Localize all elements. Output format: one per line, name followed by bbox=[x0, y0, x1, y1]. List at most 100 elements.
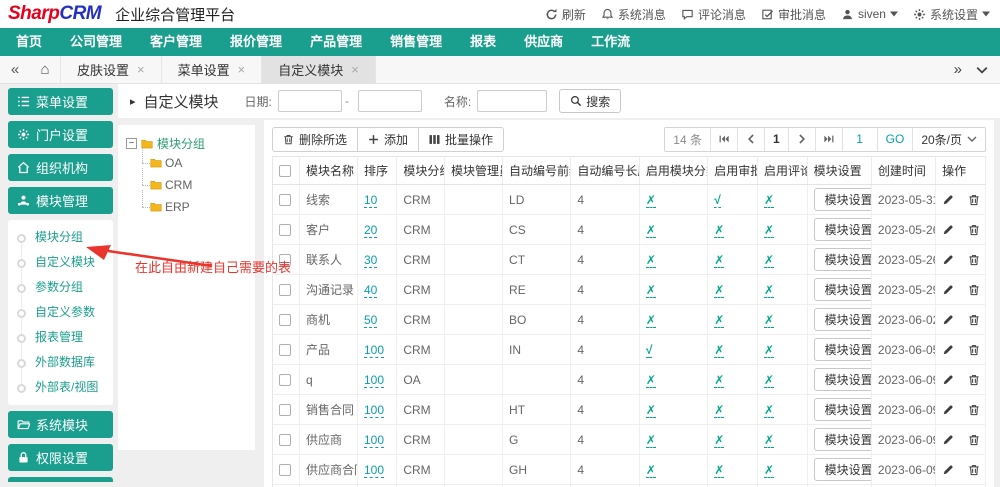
sidebar-button[interactable]: 系统模块 bbox=[8, 411, 113, 438]
delete-icon[interactable] bbox=[968, 404, 980, 416]
row-checkbox[interactable] bbox=[279, 404, 291, 416]
edit-icon[interactable] bbox=[942, 404, 954, 416]
row-checkbox[interactable] bbox=[279, 224, 291, 236]
module-settings-button[interactable]: 模块设置 bbox=[814, 248, 872, 271]
row-checkbox[interactable] bbox=[279, 254, 291, 266]
approve-toggle[interactable]: ✗ bbox=[714, 373, 724, 388]
comment-toggle[interactable]: ✗ bbox=[764, 373, 774, 388]
header-action-refresh[interactable]: 刷新 bbox=[545, 6, 586, 23]
classify-toggle[interactable]: √ bbox=[646, 343, 653, 358]
edit-icon[interactable] bbox=[942, 194, 954, 206]
delete-icon[interactable] bbox=[968, 374, 980, 386]
edit-icon[interactable] bbox=[942, 464, 954, 476]
close-icon[interactable]: × bbox=[238, 62, 246, 77]
toolbar-button[interactable]: 添加 bbox=[357, 127, 419, 152]
comment-toggle[interactable]: ✗ bbox=[764, 313, 774, 328]
delete-icon[interactable] bbox=[968, 434, 980, 446]
sidebar-button[interactable]: 权限设置 bbox=[8, 444, 113, 471]
row-checkbox[interactable] bbox=[279, 314, 291, 326]
approve-toggle[interactable]: √ bbox=[714, 193, 721, 208]
comment-toggle[interactable]: ✗ bbox=[764, 463, 774, 478]
sort-value-link[interactable]: 50 bbox=[364, 313, 377, 328]
sort-value-link[interactable]: 100 bbox=[364, 373, 384, 388]
edit-icon[interactable] bbox=[942, 434, 954, 446]
classify-toggle[interactable]: ✗ bbox=[646, 433, 656, 448]
home-tab-icon[interactable]: ⌂ bbox=[30, 56, 60, 83]
sidebar-subitem[interactable]: 外部表/视图 bbox=[8, 375, 113, 400]
edit-icon[interactable] bbox=[942, 254, 954, 266]
module-settings-button[interactable]: 模块设置 bbox=[814, 428, 872, 451]
header-action-bell[interactable]: 系统消息 bbox=[601, 6, 666, 23]
tree-node[interactable]: OA bbox=[131, 152, 247, 174]
tree-node[interactable]: ERP bbox=[131, 196, 247, 218]
tree-collapse-icon[interactable]: − bbox=[126, 138, 137, 149]
sort-value-link[interactable]: 100 bbox=[364, 433, 384, 448]
sidebar-subitem[interactable]: 外部数据库 bbox=[8, 350, 113, 375]
delete-icon[interactable] bbox=[968, 194, 980, 206]
row-checkbox[interactable] bbox=[279, 434, 291, 446]
tree-node[interactable]: CRM bbox=[131, 174, 247, 196]
sort-value-link[interactable]: 100 bbox=[364, 343, 384, 358]
sidebar-button[interactable]: 菜单设置 bbox=[8, 88, 113, 115]
comment-toggle[interactable]: ✗ bbox=[764, 403, 774, 418]
approve-toggle[interactable]: ✗ bbox=[714, 433, 724, 448]
goto-page-input[interactable] bbox=[843, 128, 877, 151]
go-button[interactable]: GO bbox=[877, 128, 913, 151]
close-icon[interactable]: × bbox=[351, 62, 359, 77]
sidebar-button[interactable]: 门户设置 bbox=[8, 121, 113, 148]
classify-toggle[interactable]: ✗ bbox=[646, 223, 656, 238]
row-checkbox[interactable] bbox=[279, 284, 291, 296]
approve-toggle[interactable]: ✗ bbox=[714, 283, 724, 298]
row-checkbox[interactable] bbox=[279, 344, 291, 356]
delete-icon[interactable] bbox=[968, 284, 980, 296]
delete-icon[interactable] bbox=[968, 314, 980, 326]
approve-toggle[interactable]: ✗ bbox=[714, 223, 724, 238]
tab[interactable]: 菜单设置× bbox=[162, 56, 263, 83]
prev-page-button[interactable] bbox=[737, 128, 764, 151]
approve-toggle[interactable]: ✗ bbox=[714, 253, 724, 268]
nav-item[interactable]: 报表 bbox=[456, 28, 510, 56]
nav-item[interactable]: 报价管理 bbox=[216, 28, 296, 56]
module-settings-button[interactable]: 模块设置 bbox=[814, 308, 872, 331]
approve-toggle[interactable]: ✗ bbox=[714, 343, 724, 358]
row-checkbox[interactable] bbox=[279, 464, 291, 476]
nav-item[interactable]: 产品管理 bbox=[296, 28, 376, 56]
date-from-input[interactable] bbox=[278, 90, 342, 112]
tab[interactable]: 皮肤设置× bbox=[60, 56, 162, 83]
nav-item[interactable]: 客户管理 bbox=[136, 28, 216, 56]
sort-value-link[interactable]: 100 bbox=[364, 403, 384, 418]
classify-toggle[interactable]: ✗ bbox=[646, 403, 656, 418]
next-page-button[interactable] bbox=[788, 128, 815, 151]
nav-item[interactable]: 公司管理 bbox=[56, 28, 136, 56]
module-settings-button[interactable]: 模块设置 bbox=[814, 458, 872, 481]
comment-toggle[interactable]: ✗ bbox=[764, 283, 774, 298]
header-action-user[interactable]: siven bbox=[841, 7, 898, 21]
module-settings-button[interactable]: 模块设置 bbox=[814, 278, 872, 301]
sort-value-link[interactable]: 30 bbox=[364, 253, 377, 268]
delete-icon[interactable] bbox=[968, 464, 980, 476]
module-settings-button[interactable]: 模块设置 bbox=[814, 188, 872, 211]
search-button[interactable]: 搜索 bbox=[559, 89, 621, 113]
approve-toggle[interactable]: ✗ bbox=[714, 463, 724, 478]
classify-toggle[interactable]: ✗ bbox=[646, 463, 656, 478]
module-settings-button[interactable]: 模块设置 bbox=[814, 338, 872, 361]
toolbar-button[interactable]: 批量操作 bbox=[418, 127, 504, 152]
edit-icon[interactable] bbox=[942, 284, 954, 296]
nav-item[interactable]: 工作流 bbox=[577, 28, 644, 56]
row-checkbox[interactable] bbox=[279, 374, 291, 386]
sidebar-subitem[interactable]: 自定义参数 bbox=[8, 300, 113, 325]
sidebar-button[interactable]: 模块管理 bbox=[8, 187, 113, 214]
edit-icon[interactable] bbox=[942, 224, 954, 236]
close-icon[interactable]: × bbox=[137, 62, 145, 77]
tree-root-node[interactable]: − 模块分组 bbox=[126, 135, 247, 152]
edit-icon[interactable] bbox=[942, 374, 954, 386]
sidebar-subitem[interactable]: 参数分组 bbox=[8, 275, 113, 300]
edit-icon[interactable] bbox=[942, 344, 954, 356]
nav-item[interactable]: 销售管理 bbox=[376, 28, 456, 56]
module-settings-button[interactable]: 模块设置 bbox=[814, 218, 872, 241]
sort-value-link[interactable]: 10 bbox=[364, 193, 377, 208]
delete-icon[interactable] bbox=[968, 254, 980, 266]
classify-toggle[interactable]: ✗ bbox=[646, 283, 656, 298]
comment-toggle[interactable]: ✗ bbox=[764, 343, 774, 358]
nav-item[interactable]: 供应商 bbox=[510, 28, 577, 56]
